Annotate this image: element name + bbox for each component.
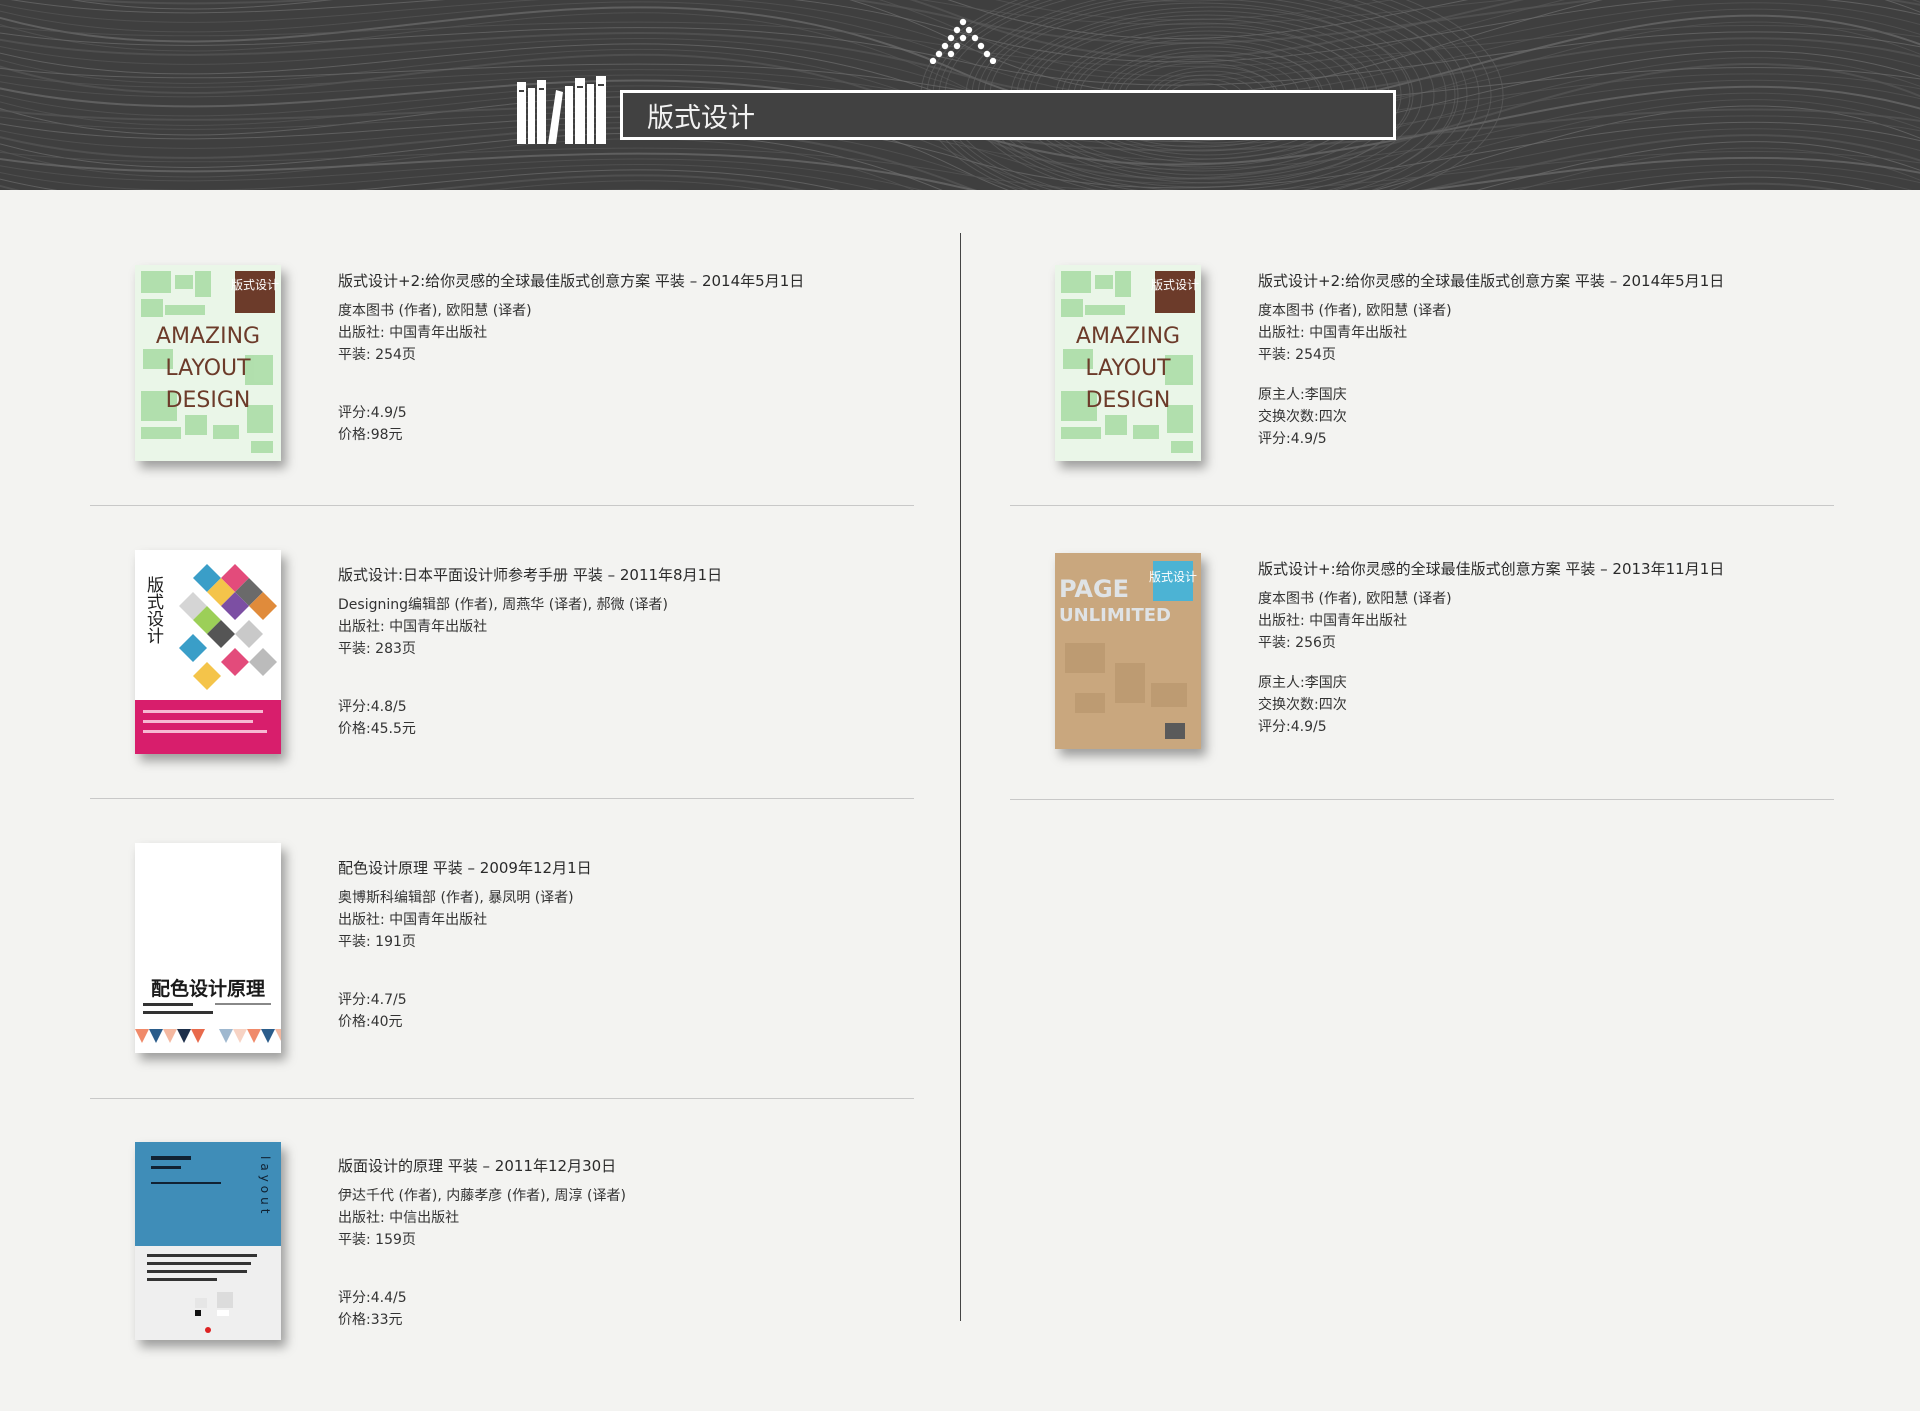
cover-main-text: LAYOUT <box>165 356 251 381</box>
book-title[interactable]: 版式设计:日本平面设计师参考手册 平装 – 2011年8月1日 <box>338 564 722 586</box>
cover-side-text: 版式设计 <box>143 576 164 644</box>
book-publisher: 出版社: 中国青年出版社 <box>338 619 488 635</box>
search-box[interactable] <box>620 90 1396 140</box>
book-authors: 度本图书 (作者), 欧阳慧 (译者) <box>338 303 532 319</box>
book-cover[interactable]: 版式设计 AMAZING LAYOUT DESIGN <box>135 265 281 461</box>
search-input[interactable] <box>623 93 1393 137</box>
book-publisher: 出版社: 中国青年出版社 <box>1258 613 1408 629</box>
book-info: 版式设计:日本平面设计师参考手册 平装 – 2011年8月1日 Designin… <box>338 564 722 740</box>
cover-side-text: 版式设计 <box>1151 278 1199 292</box>
cover-main-text: LAYOUT <box>1085 356 1171 381</box>
page-unlimited-cover-art: 版式设计 PAGE UNLIMITED <box>1055 553 1201 749</box>
book-publisher: 出版社: 中国青年出版社 <box>338 912 488 928</box>
book-pages: 平装: 191页 <box>338 934 416 950</box>
cover-main-text: AMAZING <box>156 324 260 349</box>
book-cover[interactable]: 版式设计 PAGE UNLIMITED <box>1055 553 1201 749</box>
book-title[interactable]: 版式设计+2:给你灵感的全球最佳版式创意方案 平装 – 2014年5月1日 <box>1258 270 1724 292</box>
book-owner: 原主人:李国庆 <box>1258 675 1347 691</box>
book-rating: 评分:4.9/5 <box>338 405 407 421</box>
book-exchanges: 交换次数:四次 <box>1258 409 1347 425</box>
book-authors: Designing编辑部 (作者), 周燕华 (译者), 郝微 (译者) <box>338 597 668 613</box>
logo-icon <box>929 18 997 64</box>
book-authors: 度本图书 (作者), 欧阳慧 (译者) <box>1258 303 1452 319</box>
book-publisher: 出版社: 中信出版社 <box>338 1210 460 1226</box>
book-info: 版式设计+2:给你灵感的全球最佳版式创意方案 平装 – 2014年5月1日 度本… <box>338 270 804 446</box>
book-cover[interactable]: 版式设计 AMAZING LAYOUT DESIGN <box>1055 265 1201 461</box>
cover-main-text: UNLIMITED <box>1059 605 1171 626</box>
layout-cover-art: layout <box>135 1142 281 1340</box>
book-info: 版式设计+2:给你灵感的全球最佳版式创意方案 平装 – 2014年5月1日 度本… <box>1258 270 1724 450</box>
color-design-cover-art: 配色设计原理 <box>135 843 281 1053</box>
book-price: 价格:40元 <box>338 1014 403 1030</box>
book-cover[interactable]: 版式设计 <box>135 550 281 754</box>
book-owner: 原主人:李国庆 <box>1258 387 1347 403</box>
cover-main-text: DESIGN <box>1086 388 1171 413</box>
cover-side-text: 版式设计 <box>231 278 279 292</box>
book-publisher: 出版社: 中国青年出版社 <box>338 325 488 341</box>
book-rating: 评分:4.4/5 <box>338 1290 407 1306</box>
book-info: 配色设计原理 平装 – 2009年12月1日 奥博斯科编辑部 (作者), 暴凤明… <box>338 857 592 1033</box>
book-cover[interactable]: layout <box>135 1142 281 1340</box>
book-pages: 平装: 283页 <box>338 641 416 657</box>
book-row[interactable]: 版式设计 AMAZING LAYOUT DESIGN 版式设计+2:给你灵感的全… <box>1010 190 1834 506</box>
book-row[interactable]: 配色设计原理 配色设计原理 平装 – 2009年12月1日 奥博斯科编辑部 (作… <box>90 799 914 1099</box>
book-info: 版面设计的原理 平装 – 2011年12月30日 伊达千代 (作者), 内藤孝彦… <box>338 1155 626 1331</box>
book-authors: 伊达千代 (作者), 内藤孝彦 (作者), 周淳 (译者) <box>338 1188 626 1204</box>
book-pages: 平装: 254页 <box>1258 347 1336 363</box>
book-price: 价格:33元 <box>338 1312 403 1328</box>
book-row[interactable]: 版式设计 AMAZING LAYOUT DESIGN 版式设计+2:给你灵感的全… <box>90 190 914 506</box>
amazing-cover-art: 版式设计 AMAZING LAYOUT DESIGN <box>135 265 281 461</box>
book-publisher: 出版社: 中国青年出版社 <box>1258 325 1408 341</box>
column-divider <box>960 233 961 1321</box>
cover-main-text: DESIGN <box>166 388 251 413</box>
book-info: 版式设计+:给你灵感的全球最佳版式创意方案 平装 – 2013年11月1日 度本… <box>1258 558 1724 738</box>
book-authors: 度本图书 (作者), 欧阳慧 (译者) <box>1258 591 1452 607</box>
book-price: 价格:98元 <box>338 427 403 443</box>
book-rating: 评分:4.9/5 <box>1258 431 1327 447</box>
book-cover[interactable]: 配色设计原理 <box>135 843 281 1053</box>
cover-main-text: PAGE <box>1059 575 1129 603</box>
book-pages: 平装: 159页 <box>338 1232 416 1248</box>
book-row[interactable]: 版式设计 版式设计:日本平面设计师参考手册 平装 – 2011年8月1日 Des… <box>90 506 914 799</box>
book-title[interactable]: 版式设计+2:给你灵感的全球最佳版式创意方案 平装 – 2014年5月1日 <box>338 270 804 292</box>
book-rating: 评分:4.7/5 <box>338 992 407 1008</box>
book-row[interactable]: 版式设计 PAGE UNLIMITED 版式设计+:给你灵感的全球最佳版式创意方… <box>1010 506 1834 800</box>
bookshelf-icon <box>517 76 606 144</box>
cover-side-text: 版式设计 <box>1149 570 1197 584</box>
book-pages: 平装: 256页 <box>1258 635 1336 651</box>
book-title[interactable]: 版式设计+:给你灵感的全球最佳版式创意方案 平装 – 2013年11月1日 <box>1258 558 1724 580</box>
cover-main-text: 配色设计原理 <box>151 977 265 1000</box>
book-exchanges: 交换次数:四次 <box>1258 697 1347 713</box>
book-rating: 评分:4.9/5 <box>1258 719 1327 735</box>
row-divider <box>1010 799 1834 800</box>
cover-side-text: layout <box>258 1156 272 1217</box>
book-authors: 奥博斯科编辑部 (作者), 暴凤明 (译者) <box>338 890 574 906</box>
book-title[interactable]: 配色设计原理 平装 – 2009年12月1日 <box>338 857 592 879</box>
book-title[interactable]: 版面设计的原理 平装 – 2011年12月30日 <box>338 1155 626 1177</box>
book-row[interactable]: layout 版面设计的原理 平装 – 2011年12月30日 伊达千代 (作者… <box>90 1099 914 1399</box>
header-banner <box>0 0 1920 190</box>
book-pages: 平装: 254页 <box>338 347 416 363</box>
cover-main-text: AMAZING <box>1076 324 1180 349</box>
book-rating: 评分:4.8/5 <box>338 699 407 715</box>
book-price: 价格:45.5元 <box>338 721 416 737</box>
amazing-cover-art: 版式设计 AMAZING LAYOUT DESIGN <box>1055 265 1201 461</box>
japan-cover-art: 版式设计 <box>135 550 281 754</box>
